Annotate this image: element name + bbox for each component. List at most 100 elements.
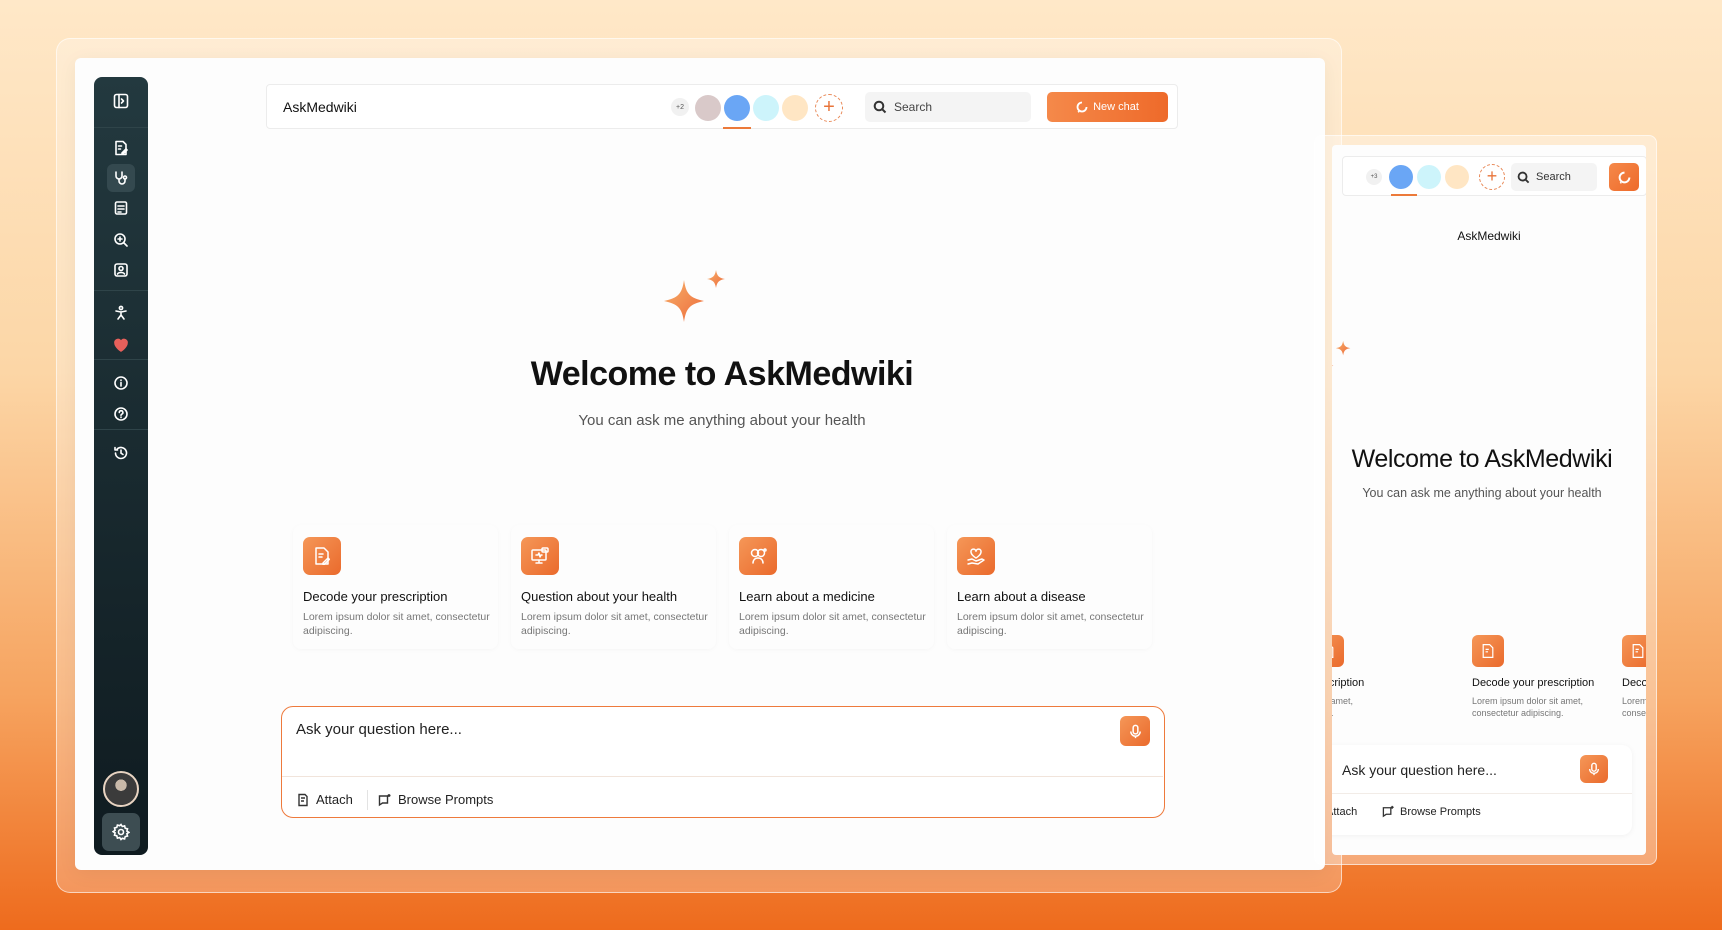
preview-window: +3 + Search AskMedwiki Welcome to AskMed…	[1332, 145, 1646, 855]
member-avatar[interactable]	[782, 95, 808, 121]
member-count-badge: +2	[671, 98, 689, 116]
card-description: Lorem ipsum dolor sit amet, consectetur …	[957, 611, 1144, 637]
monitor-health-icon	[521, 537, 559, 575]
new-chat-icon	[1076, 101, 1088, 113]
app-title: AskMedwiki	[283, 99, 357, 115]
report-icon[interactable]	[107, 194, 135, 222]
card-title: Decode your prescription	[1332, 677, 1365, 689]
prescription-icon[interactable]	[107, 134, 135, 162]
suggestion-card-medicine[interactable]: Learn about a medicine Lorem ipsum dolor…	[729, 525, 934, 649]
sidebar-divider	[94, 359, 148, 360]
prescription-icon	[1332, 635, 1344, 667]
question-input[interactable]	[296, 721, 1076, 738]
welcome-subtitle: You can ask me anything about your healt…	[578, 412, 866, 429]
card-title: Decode your prescription	[1472, 677, 1595, 689]
preview-welcome-subtitle: You can ask me anything about your healt…	[1362, 486, 1602, 500]
member-count-badge: +3	[1366, 169, 1382, 185]
preview-suggestion-card[interactable]: Decode your prescription Lorem ipsum dol…	[1612, 635, 1646, 735]
new-chat-button[interactable]	[1609, 163, 1639, 191]
new-chat-button[interactable]: New chat	[1047, 92, 1168, 122]
prescription-icon	[303, 537, 341, 575]
search-icon	[1517, 171, 1530, 183]
microphone-button[interactable]	[1580, 755, 1608, 783]
question-input-area	[282, 707, 1163, 777]
active-member-indicator	[723, 127, 751, 129]
new-chat-label: New chat	[1093, 101, 1139, 113]
card-title: Decode your prescription	[1622, 677, 1646, 689]
microphone-icon	[1129, 724, 1141, 738]
preview-suggestion-card[interactable]: Decode your prescription Lorem ipsum dol…	[1462, 635, 1612, 735]
card-title: Decode your prescription	[303, 589, 448, 604]
sparkle-icon	[664, 270, 725, 322]
member-avatar[interactable]	[753, 95, 779, 121]
heart-icon[interactable]	[107, 331, 135, 359]
info-icon[interactable]	[107, 369, 135, 397]
preview-suggestion-card[interactable]: Decode your prescription Lorem ipsum dol…	[1332, 635, 1382, 735]
card-description: Lorem ipsum dolor sit amet, consectetur …	[1332, 696, 1354, 718]
card-title: Learn about a medicine	[739, 589, 875, 604]
suggestion-card-health-question[interactable]: Question about your health Lorem ipsum d…	[511, 525, 716, 649]
browse-prompts-icon	[378, 793, 391, 806]
preview-welcome-heading: Welcome to AskMedwiki	[1351, 445, 1613, 473]
browse-prompts-button[interactable]: Browse Prompts	[378, 792, 493, 807]
microphone-icon	[1588, 762, 1600, 776]
suggestion-card-prescription[interactable]: Decode your prescription Lorem ipsum dol…	[293, 525, 498, 649]
card-description: Lorem ipsum dolor sit amet, consectetur …	[739, 611, 926, 637]
heart-hand-icon	[957, 537, 995, 575]
member-avatar[interactable]	[1445, 165, 1469, 189]
active-member-indicator	[1391, 194, 1417, 196]
sidebar	[94, 77, 148, 855]
new-chat-icon	[1618, 171, 1630, 184]
search-input[interactable]	[894, 100, 1014, 114]
member-avatar[interactable]	[1417, 165, 1441, 189]
card-description: Lorem ipsum dolor sit amet, consectetur …	[1622, 696, 1646, 718]
browse-prompts-button[interactable]: Browse Prompts	[1382, 805, 1481, 818]
card-description: Lorem ipsum dolor sit amet, consectetur …	[1472, 696, 1584, 718]
prescription-icon	[1472, 635, 1504, 667]
sidebar-divider	[94, 127, 148, 128]
body-icon[interactable]	[107, 299, 135, 327]
microphone-button[interactable]	[1120, 716, 1150, 746]
attach-label: Attach	[1332, 805, 1358, 818]
search-icon	[873, 100, 887, 114]
attach-button[interactable]: Attach	[1332, 805, 1357, 818]
composer-divider	[1332, 793, 1632, 794]
suggestion-card-disease[interactable]: Learn about a disease Lorem ipsum dolor …	[947, 525, 1152, 649]
prescription-icon	[1622, 635, 1646, 667]
question-composer: Attach Browse Prompts	[281, 706, 1165, 818]
preview-app-title: AskMedwiki	[1457, 229, 1521, 243]
question-input[interactable]: Ask your question here...	[1342, 762, 1497, 778]
attach-icon	[298, 793, 308, 806]
sidebar-divider	[94, 429, 148, 430]
medicine-search-icon[interactable]	[107, 226, 135, 254]
browse-prompts-label: Browse Prompts	[398, 792, 494, 807]
sidebar-divider	[94, 290, 148, 291]
browse-prompts-label: Browse Prompts	[1400, 805, 1481, 818]
search-box[interactable]: Search	[1511, 163, 1597, 191]
member-avatar[interactable]	[1389, 165, 1413, 189]
welcome-heading: Welcome to AskMedwiki	[530, 355, 914, 393]
preview-top-bar: +3 + Search	[1342, 156, 1646, 196]
add-member-button[interactable]: +	[1479, 164, 1505, 190]
browse-prompts-icon	[1382, 805, 1394, 818]
top-bar: AskMedwiki +2 + New chat	[266, 84, 1178, 129]
search-box[interactable]	[865, 92, 1031, 122]
sparkle-icon	[1332, 340, 1351, 367]
member-avatar[interactable]	[695, 95, 721, 121]
attach-label: Attach	[316, 792, 353, 807]
add-member-button[interactable]: +	[815, 94, 843, 122]
attach-button[interactable]: Attach	[296, 792, 353, 807]
card-description: Lorem ipsum dolor sit amet, consectetur …	[303, 611, 490, 637]
toggle-sidebar-icon[interactable]	[107, 87, 135, 115]
avatar[interactable]	[103, 771, 139, 807]
preview-question-composer: Ask your question here... Attach Browse …	[1332, 745, 1632, 835]
profile-icon[interactable]	[107, 256, 135, 284]
medicine-icon	[739, 537, 777, 575]
member-avatar[interactable]	[724, 95, 750, 121]
help-icon[interactable]	[107, 400, 135, 428]
card-description: Lorem ipsum dolor sit amet, consectetur …	[521, 611, 708, 637]
settings-icon[interactable]	[102, 813, 140, 851]
stethoscope-icon[interactable]	[107, 164, 135, 192]
history-icon[interactable]	[107, 439, 135, 467]
card-title: Question about your health	[521, 589, 678, 604]
